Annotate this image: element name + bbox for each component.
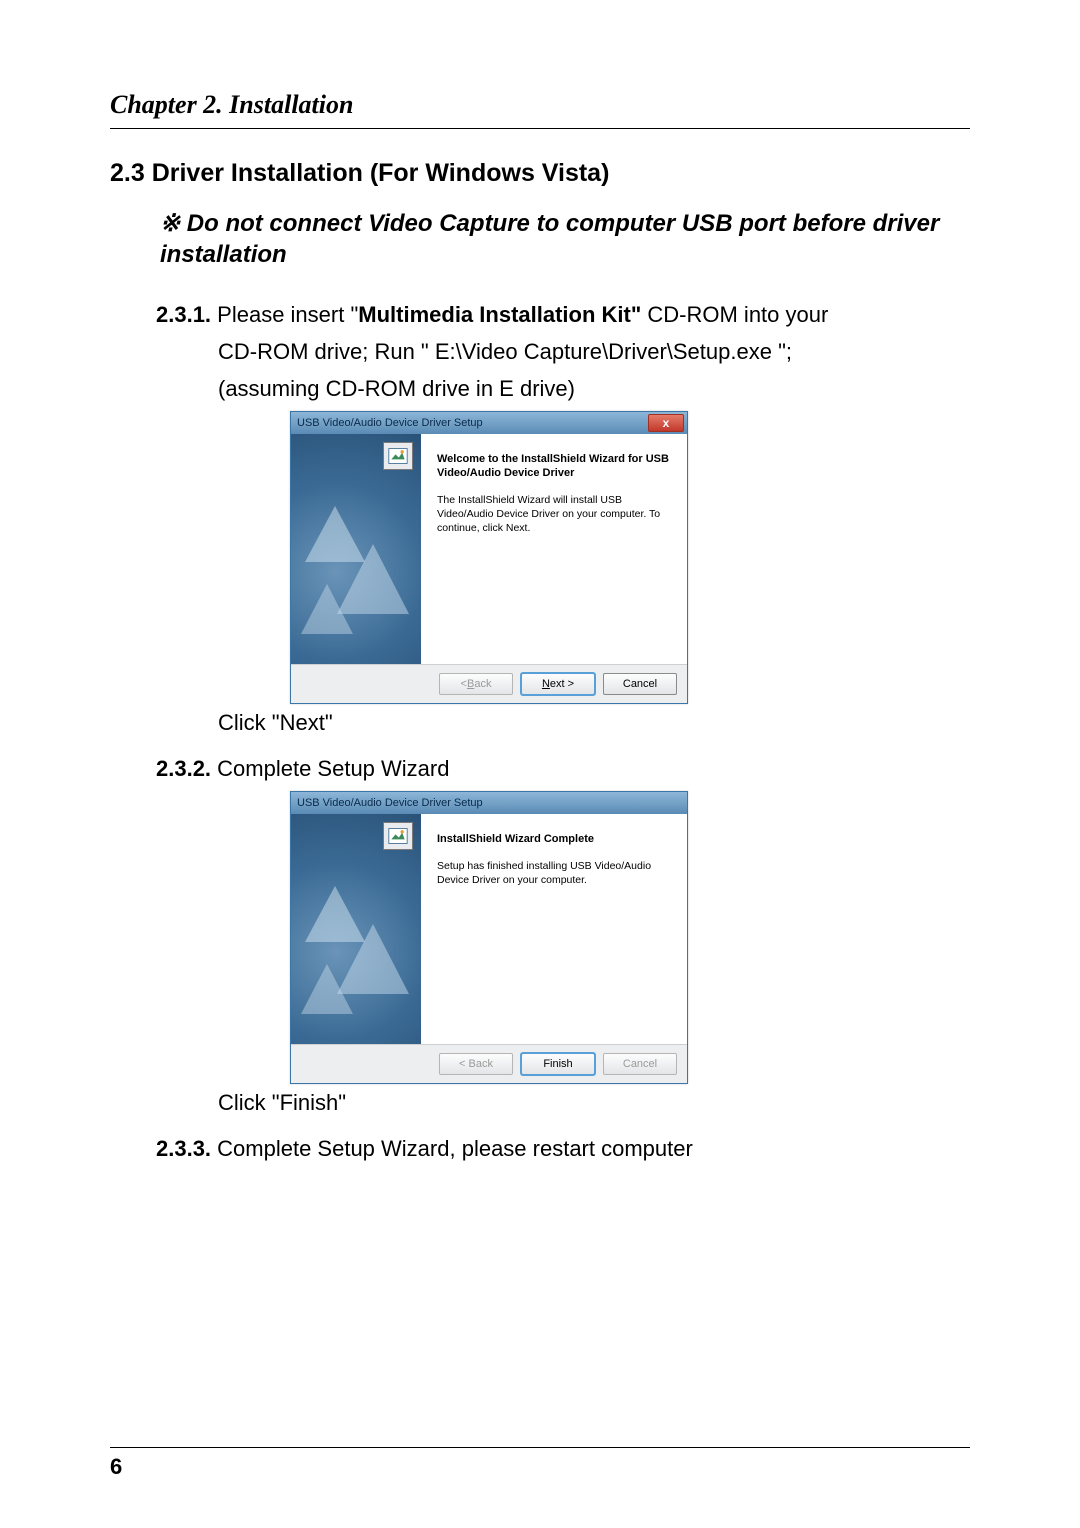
click-b: Next bbox=[280, 710, 325, 735]
installer1-text: The InstallShield Wizard will install US… bbox=[437, 494, 673, 535]
installer-logo-icon bbox=[383, 442, 413, 470]
installer1-content: Welcome to the InstallShield Wizard for … bbox=[421, 434, 687, 664]
finish-button[interactable]: Finish bbox=[521, 1053, 595, 1075]
back-button: < Back bbox=[439, 1053, 513, 1075]
step-232-line: 2.3.2. Complete Setup Wizard bbox=[156, 754, 970, 785]
click-b: Finish bbox=[280, 1090, 339, 1115]
installer1-titlebar: USB Video/Audio Device Driver Setup x bbox=[291, 412, 687, 434]
click-c: " bbox=[338, 1090, 346, 1115]
click-a: Click " bbox=[218, 710, 280, 735]
step-231-t2a: CD-ROM drive; Run " bbox=[218, 339, 435, 364]
triangle-icon bbox=[301, 584, 353, 634]
step-232-text: Complete Setup Wizard bbox=[211, 756, 449, 781]
installer2-titlebar: USB Video/Audio Device Driver Setup bbox=[291, 792, 687, 814]
next-rest: ext > bbox=[550, 678, 574, 690]
installer2-body: InstallShield Wizard Complete Setup has … bbox=[291, 814, 687, 1044]
installer-window-2: USB Video/Audio Device Driver Setup Inst… bbox=[290, 791, 688, 1084]
warning-line: ※ Do not connect Video Capture to comput… bbox=[160, 208, 970, 270]
step-231-line2: CD-ROM drive; Run " E:\Video Capture\Dri… bbox=[218, 337, 970, 368]
footer-rule bbox=[110, 1447, 970, 1448]
step-231-t1c: CD-ROM into your bbox=[641, 302, 828, 327]
step-233-line: 2.3.3. Complete Setup Wizard, please res… bbox=[156, 1134, 970, 1165]
step-231-t1b: Multimedia Installation Kit" bbox=[358, 302, 641, 327]
close-icon[interactable]: x bbox=[648, 414, 684, 432]
installer1-button-row: < Back Next > Cancel bbox=[291, 664, 687, 703]
installer2-content: InstallShield Wizard Complete Setup has … bbox=[421, 814, 687, 1044]
warning-prefix: ※ bbox=[160, 210, 180, 237]
installer-window-1: USB Video/Audio Device Driver Setup x We… bbox=[290, 411, 688, 704]
step-231-click: Click "Next" bbox=[218, 710, 970, 736]
installer2-side-graphic bbox=[291, 814, 421, 1044]
installer1-side-graphic bbox=[291, 434, 421, 664]
cancel-button: Cancel bbox=[603, 1053, 677, 1075]
document-page: Chapter 2. Installation 2.3 Driver Insta… bbox=[0, 0, 1080, 1528]
step-231-line3: (assuming CD-ROM drive in E drive) bbox=[218, 374, 970, 405]
page-number: 6 bbox=[110, 1454, 122, 1480]
step-233-number: 2.3.3. bbox=[156, 1136, 211, 1161]
installer1-heading: Welcome to the InstallShield Wizard for … bbox=[437, 452, 673, 481]
installer2-button-row: < Back Finish Cancel bbox=[291, 1044, 687, 1083]
back-u: B bbox=[467, 678, 474, 690]
installer2-text: Setup has finished installing USB Video/… bbox=[437, 860, 673, 887]
section-heading: 2.3 Driver Installation (For Windows Vis… bbox=[110, 159, 970, 188]
triangle-icon bbox=[301, 964, 353, 1014]
step-231-t1a: Please insert " bbox=[211, 302, 358, 327]
back-rest: ack bbox=[474, 678, 491, 690]
step-231-number: 2.3.1. bbox=[156, 302, 211, 327]
chapter-header: Chapter 2. Installation bbox=[110, 90, 970, 129]
step-231-t2c: "; bbox=[772, 339, 792, 364]
installer1-title: USB Video/Audio Device Driver Setup bbox=[297, 417, 483, 429]
cancel-button[interactable]: Cancel bbox=[603, 673, 677, 695]
back-button: < Back bbox=[439, 673, 513, 695]
installer2-title: USB Video/Audio Device Driver Setup bbox=[297, 797, 483, 809]
installer2-heading: InstallShield Wizard Complete bbox=[437, 832, 673, 846]
click-a: Click " bbox=[218, 1090, 280, 1115]
step-231-line1: 2.3.1. Please insert "Multimedia Install… bbox=[156, 300, 970, 331]
step-232-click: Click "Finish" bbox=[218, 1090, 970, 1116]
step-231-t2b: E:\Video Capture\Driver\Setup.exe bbox=[435, 339, 772, 364]
click-c: " bbox=[325, 710, 333, 735]
installer1-body: Welcome to the InstallShield Wizard for … bbox=[291, 434, 687, 664]
step-233-text: Complete Setup Wizard, please restart co… bbox=[211, 1136, 693, 1161]
next-button[interactable]: Next > bbox=[521, 673, 595, 695]
step-232-number: 2.3.2. bbox=[156, 756, 211, 781]
next-u: N bbox=[542, 678, 550, 690]
installer-logo-icon bbox=[383, 822, 413, 850]
warning-text: Do not connect Video Capture to computer… bbox=[160, 210, 939, 268]
